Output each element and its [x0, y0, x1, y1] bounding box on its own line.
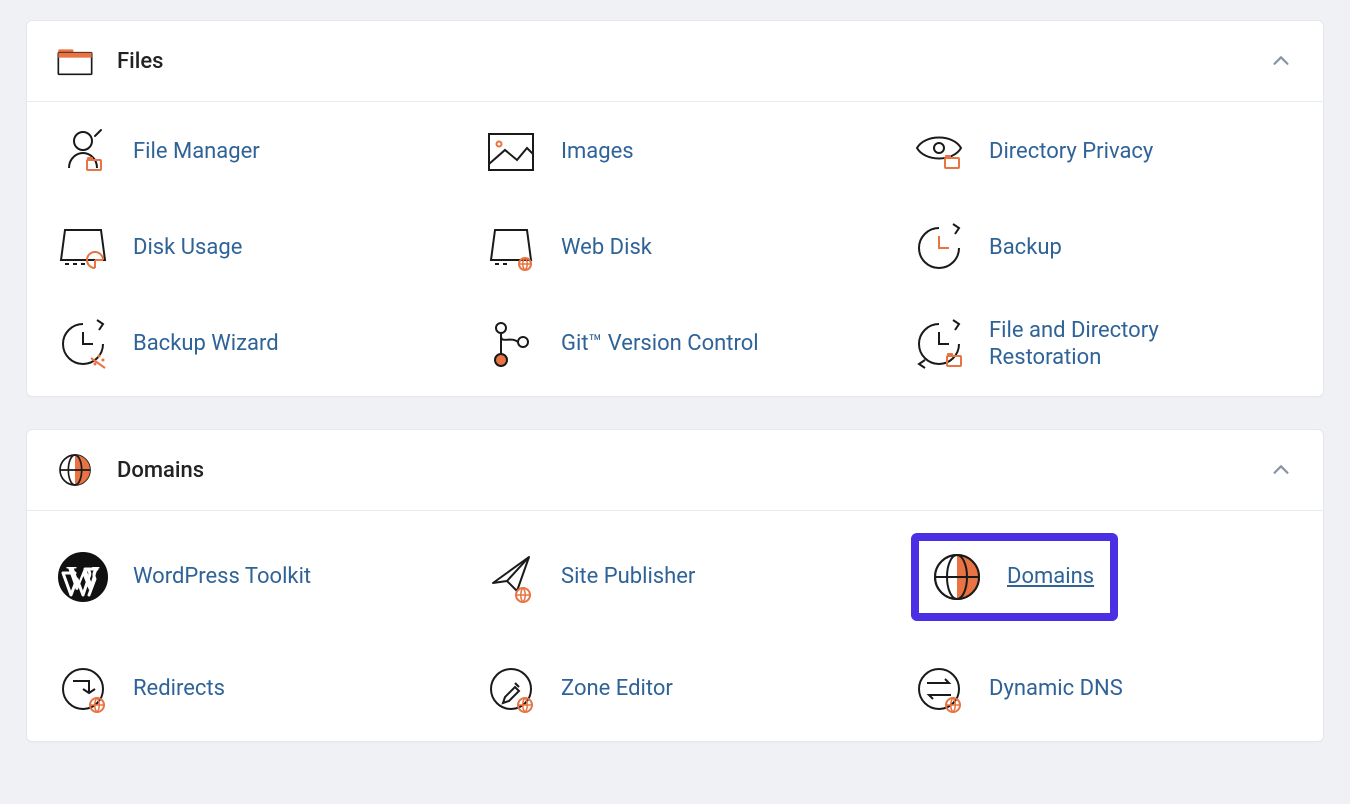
item-dynamic-dns[interactable]: Dynamic DNS [889, 653, 1317, 725]
item-label: Dynamic DNS [989, 675, 1123, 703]
item-site-publisher[interactable]: Site Publisher [461, 525, 889, 629]
item-label: File and Directory Restoration [989, 317, 1189, 372]
wordpress-icon: W [55, 549, 111, 605]
group-header-domains[interactable]: Domains [27, 430, 1323, 511]
file-restoration-icon [911, 316, 967, 372]
images-icon [483, 124, 539, 180]
group-title-files: Files [117, 49, 163, 74]
dynamic-dns-icon [911, 661, 967, 717]
item-label: Git™ Version Control [561, 330, 759, 358]
item-web-disk[interactable]: Web Disk [461, 212, 889, 284]
item-label: Web Disk [561, 234, 652, 262]
item-label: Directory Privacy [989, 138, 1153, 166]
item-backup-wizard[interactable]: Backup Wizard [33, 308, 461, 380]
item-redirects[interactable]: Redirects [33, 653, 461, 725]
item-label: Backup Wizard [133, 330, 279, 358]
chevron-up-icon[interactable] [1267, 456, 1295, 484]
svg-text:W: W [66, 560, 100, 597]
item-label: Disk Usage [133, 234, 242, 262]
item-backup[interactable]: Backup [889, 212, 1317, 284]
git-icon [483, 316, 539, 372]
item-domains[interactable]: Domains [889, 525, 1317, 629]
redirects-icon [55, 661, 111, 717]
folder-icon [55, 41, 95, 81]
highlight-box: Domains [911, 533, 1118, 621]
item-file-manager[interactable]: File Manager [33, 116, 461, 188]
item-file-restoration[interactable]: File and Directory Restoration [889, 308, 1317, 380]
group-domains: Domains W WordPress Toolkit [26, 429, 1324, 742]
group-header-files[interactable]: Files [27, 21, 1323, 102]
item-label: Site Publisher [561, 563, 695, 591]
zone-editor-icon [483, 661, 539, 717]
item-label: Images [561, 138, 634, 166]
item-wordpress-toolkit[interactable]: W WordPress Toolkit [33, 525, 461, 629]
backup-icon [911, 220, 967, 276]
item-label: Domains [1007, 563, 1094, 591]
group-body-files: File Manager Images [27, 102, 1323, 396]
backup-wizard-icon [55, 316, 111, 372]
site-publisher-icon [483, 549, 539, 605]
chevron-up-icon[interactable] [1267, 47, 1295, 75]
disk-usage-icon [55, 220, 111, 276]
group-body-domains: W WordPress Toolkit Site Publis [27, 511, 1323, 741]
domains-icon [929, 549, 985, 605]
item-label: WordPress Toolkit [133, 563, 311, 591]
group-files: Files File Manager [26, 20, 1324, 397]
file-manager-icon [55, 124, 111, 180]
group-title-domains: Domains [117, 458, 204, 483]
item-git-version-control[interactable]: Git™ Version Control [461, 308, 889, 380]
item-images[interactable]: Images [461, 116, 889, 188]
item-label: Backup [989, 234, 1062, 262]
item-label: Zone Editor [561, 675, 673, 703]
globe-icon [55, 450, 95, 490]
web-disk-icon [483, 220, 539, 276]
directory-privacy-icon [911, 124, 967, 180]
item-disk-usage[interactable]: Disk Usage [33, 212, 461, 284]
item-label: Redirects [133, 675, 225, 703]
item-zone-editor[interactable]: Zone Editor [461, 653, 889, 725]
item-directory-privacy[interactable]: Directory Privacy [889, 116, 1317, 188]
item-label: File Manager [133, 138, 260, 166]
